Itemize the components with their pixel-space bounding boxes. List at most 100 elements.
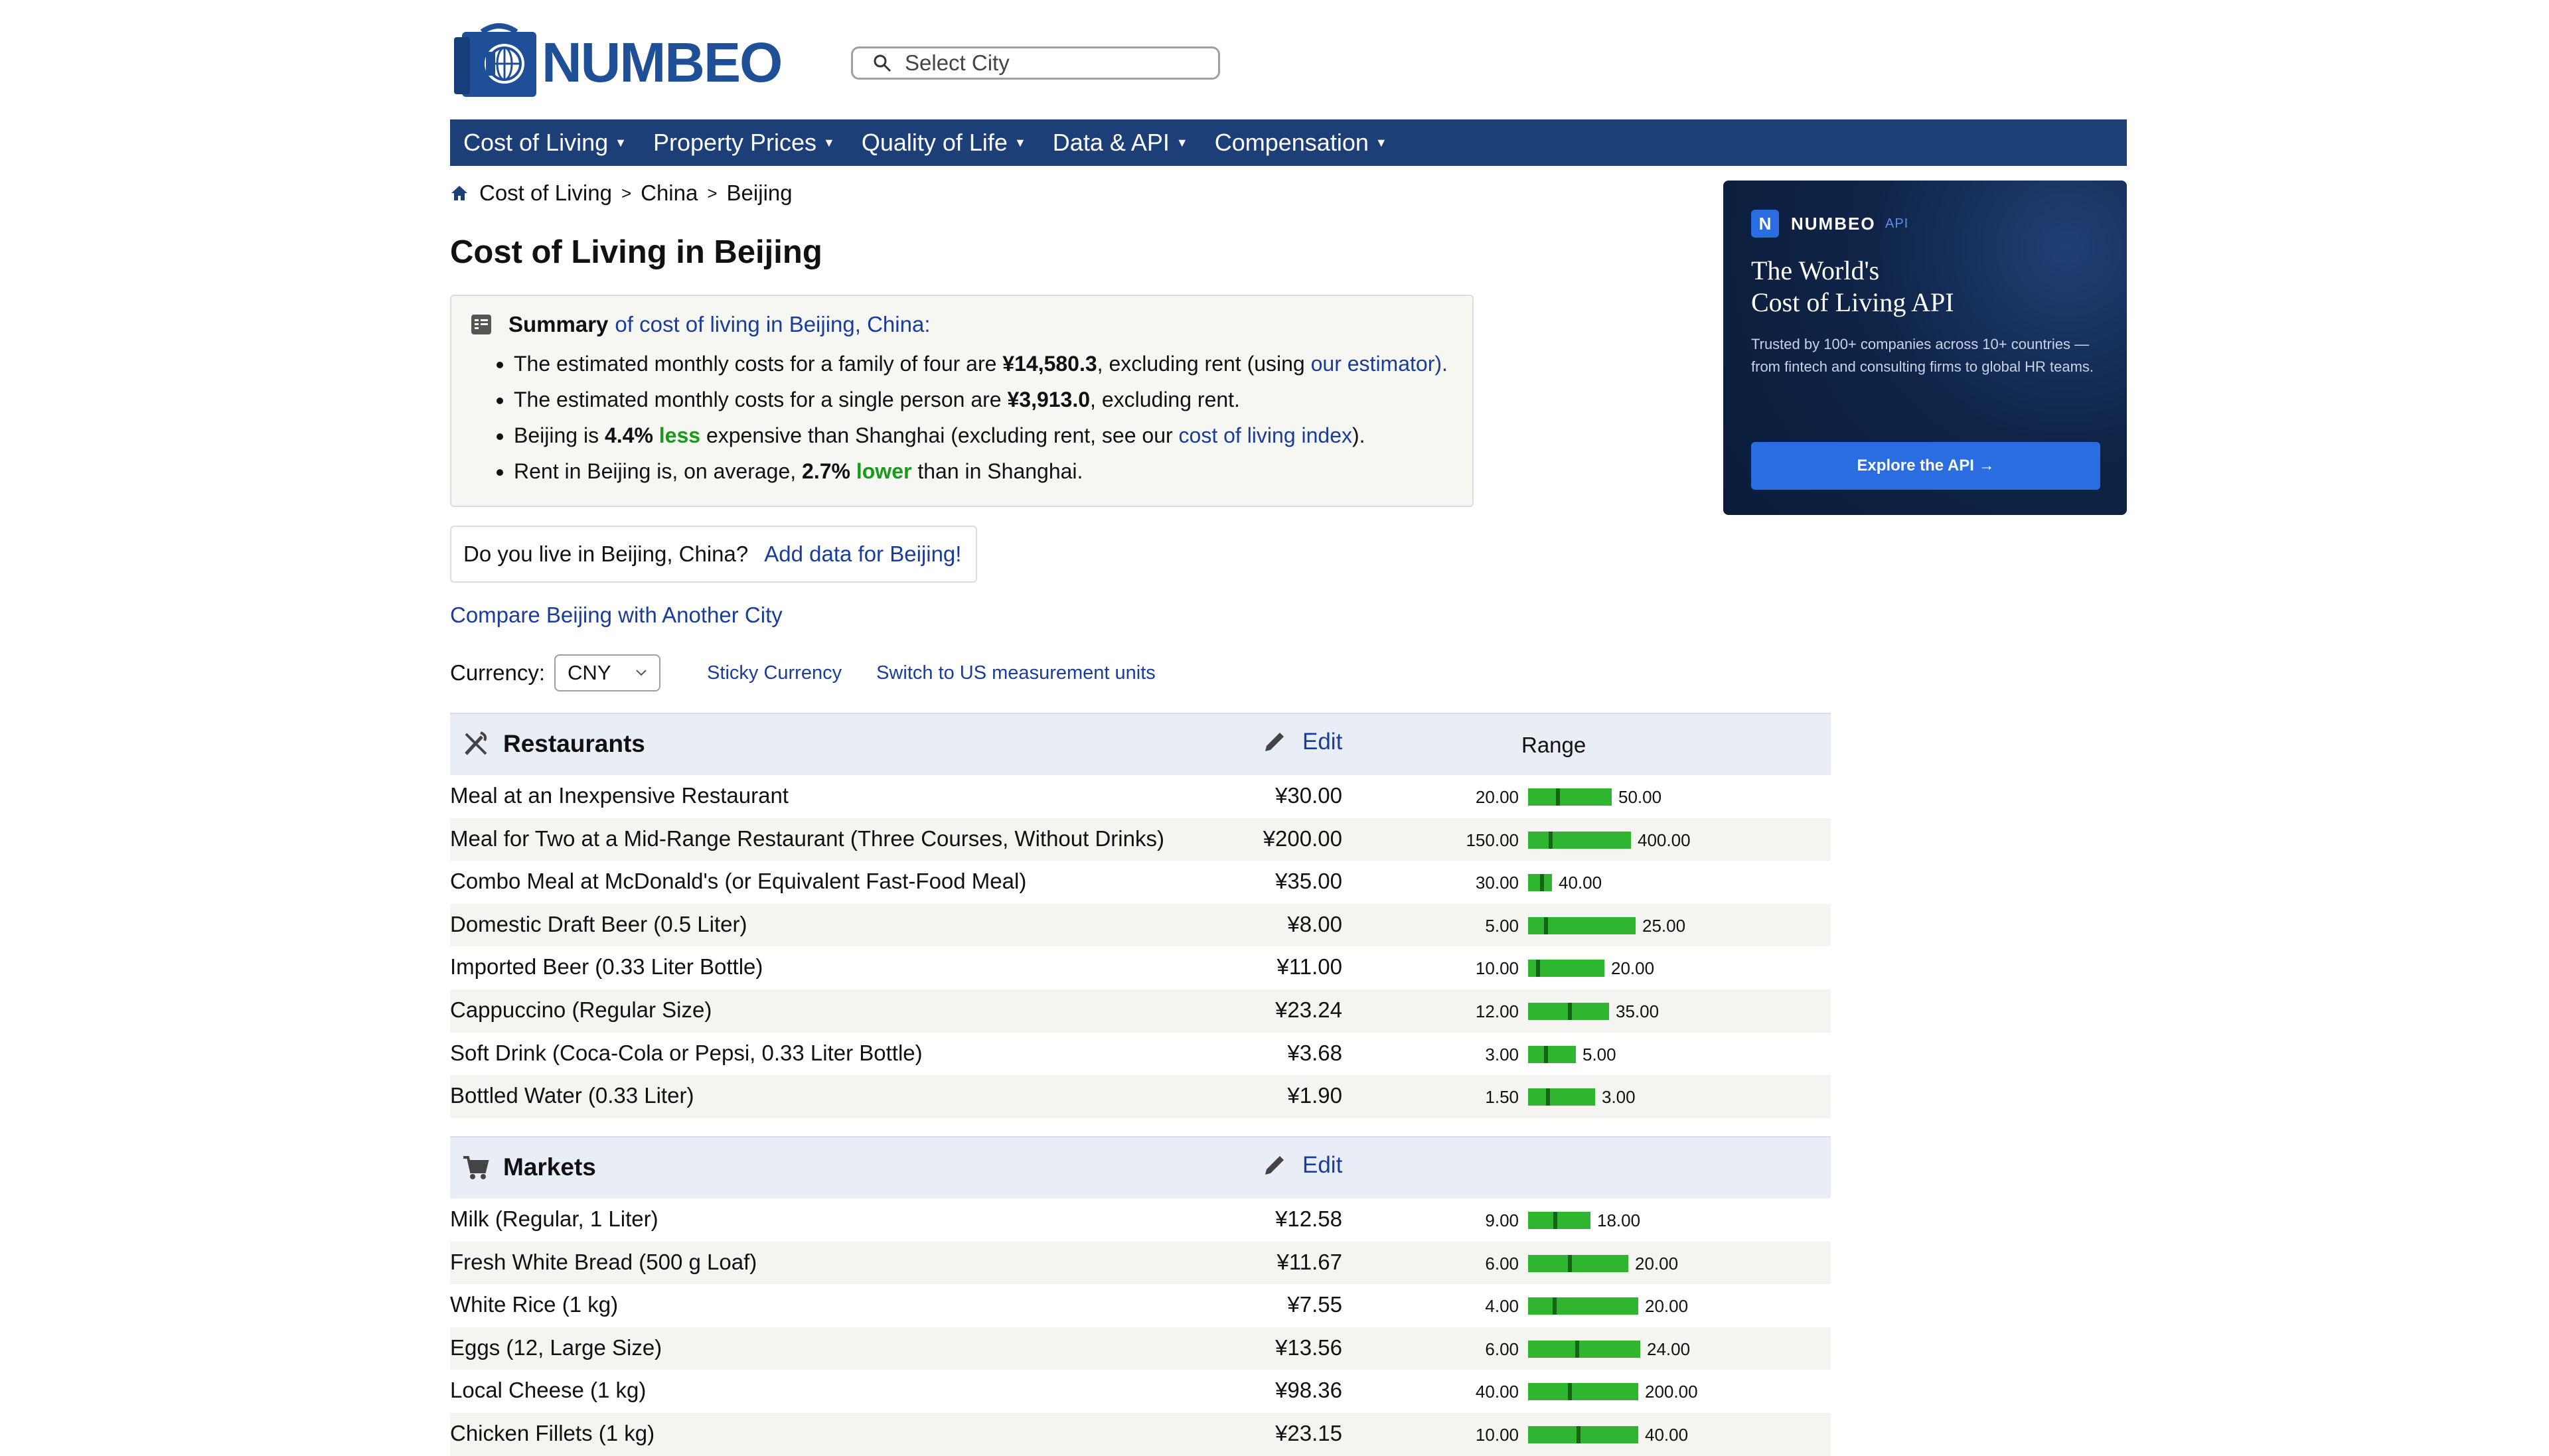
breadcrumb-separator: >	[621, 182, 632, 203]
item-name: Eggs (12, Large Size)	[450, 1335, 662, 1360]
range-max: 200.00	[1645, 1382, 1698, 1402]
item-name: Combo Meal at McDonald's (or Equivalent …	[450, 869, 1027, 894]
range-bar	[1528, 1340, 1640, 1358]
summary-text: Beijing is	[514, 423, 605, 447]
range-min: 40.00	[1475, 1382, 1519, 1402]
range-max: 35.00	[1616, 1001, 1660, 1021]
summary-box: Summary of cost of living in Beijing, Ch…	[450, 295, 1474, 507]
caret-down-icon: ▼	[1014, 135, 1026, 149]
ad-description: Trusted by 100+ companies across 10+ cou…	[1751, 336, 2094, 375]
range-bar	[1528, 1045, 1576, 1063]
item-name: Soft Drink (Coca-Cola or Pepsi, 0.33 Lit…	[450, 1040, 923, 1065]
item-price: ¥30.00	[1275, 783, 1342, 808]
summary-city-compare: Beijing is 4.4% less expensive than Shan…	[514, 422, 1448, 449]
item-name: Bottled Water (0.33 Liter)	[450, 1083, 694, 1108]
single-cost-value: ¥3,913.0	[1007, 388, 1091, 411]
currency-row: Currency: CNY Sticky Currency Switch to …	[450, 654, 1156, 692]
compare-city-link[interactable]: Compare Beijing with Another City	[450, 603, 783, 628]
ad-title-line: Cost of Living API	[1751, 287, 1954, 317]
table-row: Chicken Fillets (1 kg) ¥23.15 10.00 40.00	[450, 1412, 1831, 1456]
table-row: Combo Meal at McDonald's (or Equivalent …	[450, 861, 1831, 904]
explore-api-button[interactable]: Explore the API →	[1751, 442, 2100, 490]
range-bar	[1528, 874, 1552, 892]
currency-select[interactable]: CNY	[554, 654, 661, 692]
table-row: Imported Beer (0.33 Liter Bottle) ¥11.00 1…	[450, 946, 1831, 989]
city-search[interactable]	[851, 46, 1220, 80]
sticky-currency-link[interactable]: Sticky Currency	[707, 662, 842, 684]
cost-index-link[interactable]: cost of living index	[1179, 423, 1352, 447]
range-min: 150.00	[1466, 830, 1519, 850]
nav-label: Data & API	[1052, 129, 1170, 156]
ad-title: The World's Cost of Living API	[1751, 255, 2096, 319]
page: NUMBEO Cost of Living ▼ Property Prices …	[0, 0, 2549, 1456]
price-marker	[1544, 1045, 1548, 1063]
range-min: 1.50	[1485, 1087, 1519, 1108]
breadcrumb-beijing[interactable]: Beijing	[727, 181, 793, 206]
summary-text: The estimated monthly costs for a single…	[514, 388, 1008, 411]
search-input[interactable]	[903, 50, 1198, 76]
price-marker	[1549, 831, 1553, 849]
api-ad[interactable]: N NUMBEO API The World's Cost of Living …	[1723, 181, 2127, 515]
range-max: 5.00	[1583, 1044, 1616, 1064]
item-price: ¥13.56	[1275, 1335, 1342, 1360]
add-data-link[interactable]: Add data for Beijing!	[764, 542, 961, 567]
item-price: ¥8.00	[1287, 911, 1342, 936]
summary-text: , excluding rent.	[1090, 388, 1240, 411]
summary-family-cost: The estimated monthly costs for a family…	[514, 350, 1448, 377]
price-marker	[1536, 960, 1540, 978]
caret-down-icon: ▼	[615, 135, 627, 149]
edit-label: Edit	[1302, 729, 1343, 755]
item-price: ¥35.00	[1275, 869, 1342, 894]
logo-bag-icon	[454, 23, 536, 97]
home-icon[interactable]	[450, 184, 469, 202]
item-price: ¥23.24	[1275, 997, 1342, 1022]
pencil-icon	[1265, 733, 1284, 751]
nav-compensation[interactable]: Compensation ▼	[1215, 129, 1387, 157]
price-marker	[1577, 1425, 1581, 1443]
item-price: ¥98.36	[1275, 1378, 1342, 1403]
table-row: Fresh White Bread (500 g Loaf) ¥11.67 6.00…	[450, 1241, 1831, 1285]
summary-intro: of cost of living in Beijing, China:	[615, 312, 931, 336]
estimator-link[interactable]: our estimator	[1311, 352, 1435, 376]
nav-quality-of-life[interactable]: Quality of Life ▼	[862, 129, 1026, 157]
ad-tag: API	[1885, 216, 1909, 231]
breadcrumb-cost-of-living[interactable]: Cost of Living	[479, 181, 612, 206]
range-bar	[1528, 1212, 1590, 1229]
price-marker	[1556, 788, 1560, 806]
range-min: 6.00	[1485, 1253, 1519, 1274]
item-name: Local Cheese (1 kg)	[450, 1378, 647, 1403]
family-cost-value: ¥14,580.3	[1002, 352, 1097, 376]
item-price: ¥1.90	[1287, 1083, 1342, 1108]
edit-markets[interactable]: Edit	[1261, 1152, 1342, 1179]
ad-brand: NUMBEO	[1791, 214, 1876, 234]
range-bar	[1528, 1297, 1638, 1315]
summary-rent-compare: Rent in Beijing is, on average, 2.7% low…	[514, 458, 1448, 484]
us-units-link[interactable]: Switch to US measurement units	[876, 662, 1156, 684]
range-min: 10.00	[1475, 1424, 1519, 1445]
nav-label: Property Prices	[653, 129, 817, 156]
price-marker	[1540, 874, 1544, 892]
summary-list: The estimated monthly costs for a family…	[481, 350, 1448, 494]
range-min: 3.00	[1485, 1044, 1519, 1064]
section-title: Restaurants	[503, 730, 645, 757]
range-max: 20.00	[1635, 1253, 1679, 1274]
nav-property-prices[interactable]: Property Prices ▼	[653, 129, 835, 157]
restaurants-header: Restaurants Edit Range	[450, 713, 1831, 775]
range-max: 40.00	[1645, 1424, 1689, 1445]
range-max: 50.00	[1618, 787, 1662, 807]
range-max: 18.00	[1597, 1210, 1641, 1230]
nav-label: Cost of Living	[463, 129, 609, 156]
brand-name[interactable]: NUMBEO	[542, 31, 783, 95]
nav-cost-of-living[interactable]: Cost of Living ▼	[463, 129, 627, 157]
rent-percent: 2.7%	[802, 459, 850, 483]
edit-restaurants[interactable]: Edit	[1261, 729, 1342, 755]
contribute-box: Do you live in Beijing, China? Add data …	[450, 526, 977, 583]
breadcrumb-china[interactable]: China	[641, 181, 698, 206]
range-bar	[1528, 1383, 1638, 1401]
nav-data-api[interactable]: Data & API ▼	[1053, 129, 1188, 157]
range-min: 9.00	[1485, 1210, 1519, 1230]
range-bar	[1528, 1254, 1628, 1272]
range-bar	[1528, 1088, 1595, 1106]
ad-title-line: The World's	[1751, 255, 1880, 285]
price-marker	[1544, 916, 1548, 934]
